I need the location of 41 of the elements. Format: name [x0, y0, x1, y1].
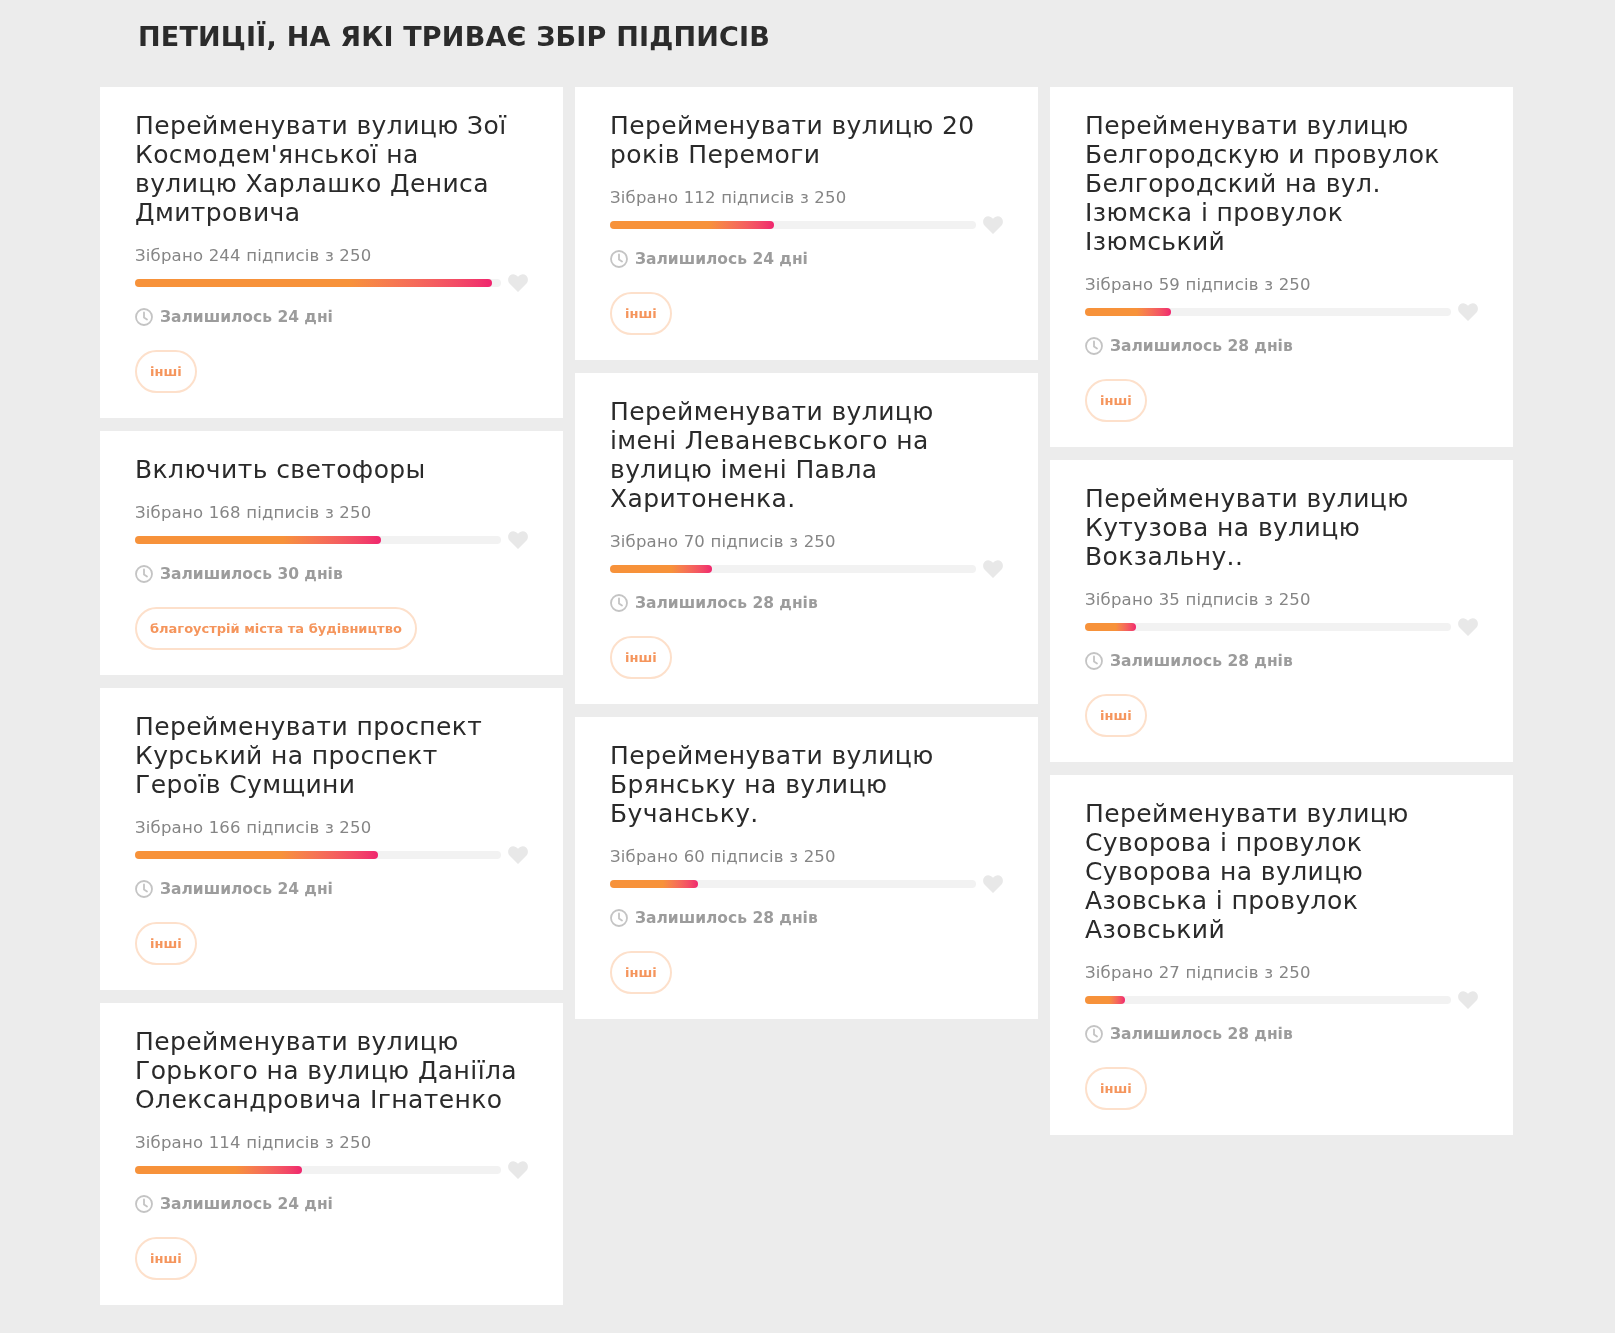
petition-title[interactable]: Перейменувати вулицю Белгородскую и провулок Белгородский на вул. Ізюмска і провулок Ізюмський — [1085, 111, 1478, 256]
signature-count: Зібрано 166 підписів з 250 — [135, 818, 372, 838]
signature-count: Зібрано 59 підписів з 250 — [1085, 275, 1311, 295]
signature-count: Зібрано 112 підписів з 250 — [610, 188, 847, 208]
clock-icon — [1085, 652, 1103, 670]
clock-icon — [610, 250, 628, 268]
petition-title[interactable]: Перейменувати вулицю Зої Космодем'янської на вулицю Харлашко Дениса Дмитровича — [135, 111, 528, 227]
petition-title[interactable]: Включить светофоры — [135, 455, 528, 484]
petition-title[interactable]: Перейменувати проспект Курський на проспект Героїв Сумщини — [135, 712, 528, 799]
clock-icon — [135, 1195, 153, 1213]
remaining-time: Залишилось 24 дні — [160, 1194, 333, 1214]
signature-count: Зібрано 27 підписів з 250 — [1085, 963, 1311, 983]
petition-title[interactable]: Перейменувати вулицю Горького на вулицю Даніїла Олександровича Ігнатенко — [135, 1027, 528, 1114]
signature-count: Зібрано 168 підписів з 250 — [135, 503, 372, 523]
signature-count: Зібрано 35 підписів з 250 — [1085, 590, 1311, 610]
petition-title[interactable]: Перейменувати вулицю імені Леваневського на вулицю імені Павла Харитоненка. — [610, 397, 1003, 513]
signature-count: Зібрано 70 підписів з 250 — [610, 532, 836, 552]
remaining-time: Залишилось 24 дні — [635, 249, 808, 269]
clock-icon — [135, 565, 153, 583]
clock-icon — [1085, 1025, 1103, 1043]
remaining-time: Залишилось 28 днів — [1110, 336, 1293, 356]
clock-icon — [610, 594, 628, 612]
page-heading: ПЕТИЦІЇ, НА ЯКІ ТРИВАЄ ЗБІР ПІДПИСІВ — [138, 20, 771, 54]
remaining-time: Залишилось 28 днів — [635, 908, 818, 928]
clock-icon — [135, 308, 153, 326]
clock-icon — [610, 909, 628, 927]
clock-icon — [1085, 337, 1103, 355]
remaining-time: Залишилось 24 дні — [160, 307, 333, 327]
remaining-time: Залишилось 24 дні — [160, 879, 333, 899]
signature-count: Зібрано 60 підписів з 250 — [610, 847, 836, 867]
petition-title[interactable]: Перейменувати вулицю Брянську на вулицю Бучанську. — [610, 741, 1003, 828]
clock-icon — [135, 880, 153, 898]
petition-title[interactable]: Перейменувати вулицю Кутузова на вулицю Вокзальну.. — [1085, 484, 1478, 571]
petition-title[interactable]: Перейменувати вулицю Суворова і провулок Суворова на вулицю Азовська і провулок Азовський — [1085, 799, 1478, 944]
petition-title[interactable]: Перейменувати вулицю 20 років Перемоги — [610, 111, 1003, 169]
remaining-time: Залишилось 30 днів — [160, 564, 343, 584]
remaining-time: Залишилось 28 днів — [635, 593, 818, 613]
remaining-time: Залишилось 28 днів — [1110, 1024, 1293, 1044]
signature-count: Зібрано 114 підписів з 250 — [135, 1133, 372, 1153]
signature-count: Зібрано 244 підписів з 250 — [135, 246, 372, 266]
remaining-time: Залишилось 28 днів — [1110, 651, 1293, 671]
